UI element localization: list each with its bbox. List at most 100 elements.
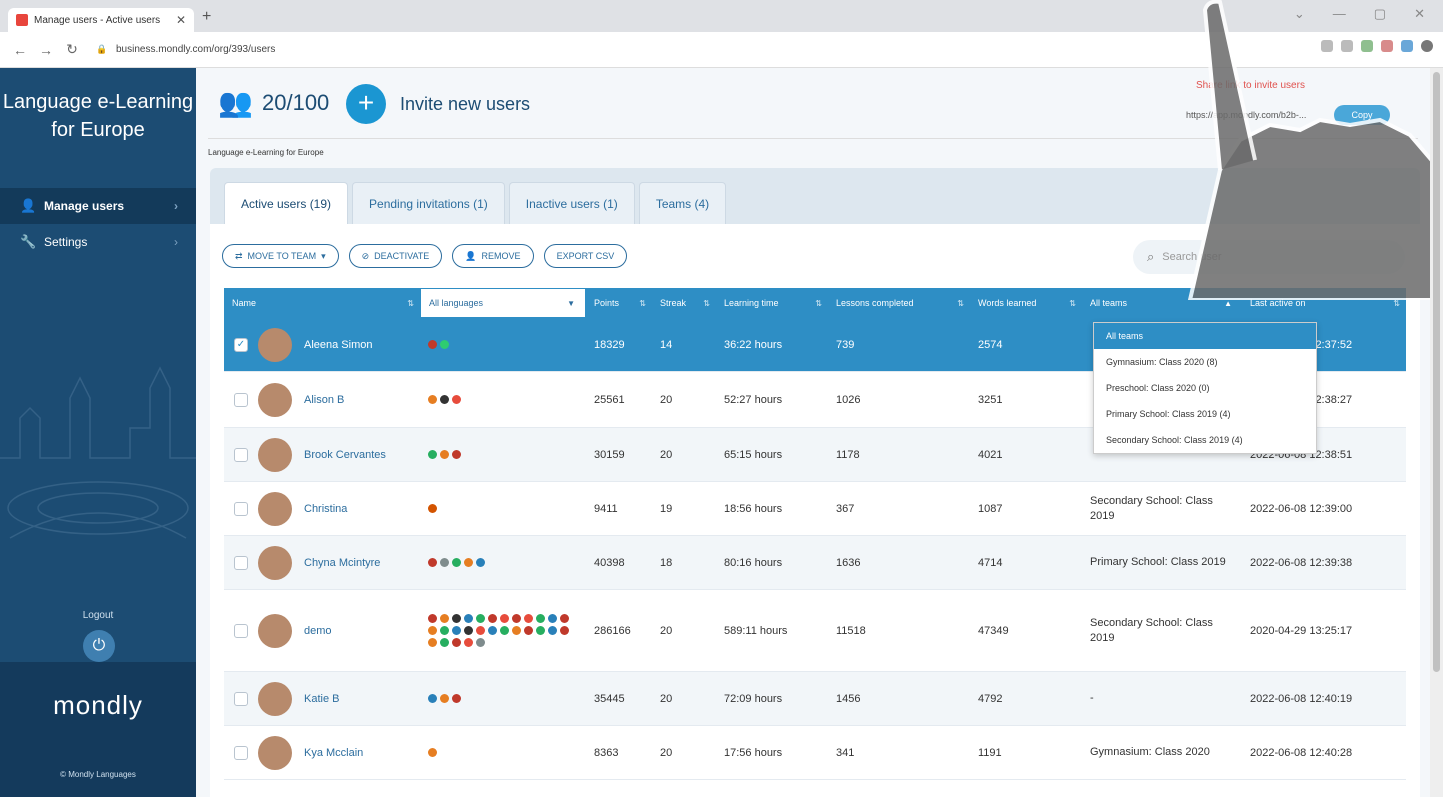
language-flag-icon [464,614,473,623]
column-header-name[interactable]: Name ⇅ [224,288,420,318]
language-flag-icon [428,748,437,757]
remove-user-icon: 👤 [465,250,477,261]
column-header-lessons-completed[interactable]: Lessons completed ⇅ [828,288,970,318]
reload-icon[interactable]: ↻ [62,41,82,58]
streak-cell: 20 [660,448,673,461]
dropdown-option[interactable]: All teams [1094,323,1316,349]
user-cell: Brook Cervantes [224,428,420,481]
column-label: Lessons completed [836,298,914,308]
user-name-link[interactable]: Katie B [304,693,339,705]
wrench-icon: 🔧 [20,234,37,249]
table-row[interactable]: demo 286166 20 589:11 hours 11518 47349 Second… [224,590,1406,672]
language-flag-icon [440,694,449,703]
row-checkbox[interactable] [234,392,248,407]
tab-inactive-users[interactable]: Inactive users (1) [508,182,635,224]
deactivate-button[interactable]: ⊘ DEACTIVATE [348,244,443,268]
column-header-learning-time[interactable]: Learning time ⇅ [716,288,828,318]
pointing-hand-overlay [1187,0,1440,300]
table-row[interactable]: Christina 9411 19 18:56 hours 367 1087 Seconda… [224,482,1406,536]
row-checkbox[interactable] [234,623,248,638]
user-name-link[interactable]: Christina [304,503,347,515]
learning-time-cell: 36:22 hours [724,338,783,351]
languages-filter-select[interactable]: All languages ▼ [420,288,586,318]
export-csv-button[interactable]: EXPORT CSV [543,244,628,268]
sort-icon: ⇅ [815,298,822,308]
page-scrollbar[interactable] [1430,68,1443,797]
languages-cell [420,482,586,535]
language-flags [428,694,578,703]
points-cell: 30159 [594,448,625,461]
tab-active-users[interactable]: Active users (19) [224,182,349,224]
streak-cell: 20 [660,393,673,406]
row-checkbox[interactable] [234,555,248,570]
learning-time-cell: 17:56 hours [724,746,783,759]
lessons-cell: 1178 [836,448,860,461]
language-flag-icon [452,450,461,459]
column-header-words-learned[interactable]: Words learned ⇅ [970,288,1082,318]
row-checkbox[interactable] [234,501,248,516]
language-flag-icon [500,614,509,623]
dropdown-option[interactable]: Secondary School: Class 2019 (4) [1094,427,1316,453]
new-tab-button[interactable]: + [202,8,211,26]
table-row[interactable]: Chyna Mcintyre 40398 18 80:16 hours 1636 4714… [224,536,1406,590]
language-flag-icon [536,614,545,623]
column-label: Name [232,298,257,308]
scrollbar-thumb[interactable] [1433,72,1440,672]
user-name-link[interactable]: Kya Mcclain [304,747,363,759]
row-checkbox[interactable] [234,745,248,760]
words-cell: 4714 [978,556,1003,569]
user-name-link[interactable]: demo [304,625,332,637]
language-flag-icon [428,558,437,567]
mondly-logo: mondly [53,690,143,720]
last-active-cell: 2020-04-29 13:25:17 [1250,624,1353,637]
column-label: Learning time [724,298,779,308]
user-cell: Christina [224,482,420,535]
streak-cell: 19 [660,502,673,515]
column-header-streak[interactable]: Streak ⇅ [652,288,716,318]
table-row[interactable]: Katie B 35445 20 72:09 hours 1456 4792 - 2022-0… [224,672,1406,726]
dropdown-option[interactable]: Gymnasium: Class 2020 (8) [1094,349,1316,375]
invite-new-users-link[interactable]: Invite new users [400,94,530,115]
streak-cell: 20 [660,692,673,705]
user-name-link[interactable]: Alison B [304,394,344,406]
teams-dropdown: All teams Gymnasium: Class 2020 (8) Pres… [1093,322,1317,454]
power-icon[interactable]: ⏻ [83,630,115,662]
tab-teams[interactable]: Teams (4) [638,182,727,224]
avatar [258,382,292,417]
words-cell: 4792 [978,692,1003,705]
avatar [258,545,292,580]
dropdown-option[interactable]: Primary School: Class 2019 (4) [1094,401,1316,427]
move-to-team-button[interactable]: ⇄ MOVE TO TEAM ▾ [222,244,339,268]
learning-time-cell: 65:15 hours [724,448,783,461]
language-flag-icon [452,614,461,623]
mondly-favicon-icon [16,14,28,26]
browser-tab-title: Manage users - Active users [34,14,161,26]
tab-pending-invitations[interactable]: Pending invitations (1) [352,182,505,224]
row-checkbox[interactable]: ✓ [234,337,248,352]
language-flag-icon [500,626,509,635]
dropdown-option[interactable]: Preschool: Class 2020 (0) [1094,375,1316,401]
remove-button[interactable]: 👤 REMOVE [452,244,534,268]
sidebar-item-manage-users[interactable]: 👤 Manage users › [0,188,196,224]
url-field[interactable]: 🔒 business.mondly.com/org/393/users [96,44,275,55]
browser-tab[interactable]: Manage users - Active users ✕ [8,8,194,32]
column-label: Points [594,298,620,308]
back-arrow-icon[interactable]: ← [10,42,30,58]
forward-arrow-icon[interactable]: → [36,42,56,58]
user-name-link[interactable]: Chyna Mcintyre [304,557,380,569]
languages-cell [420,726,586,779]
column-header-points[interactable]: Points ⇅ [586,288,652,318]
close-tab-icon[interactable]: ✕ [176,13,186,27]
row-checkbox[interactable] [234,691,248,706]
avatar [258,437,292,472]
user-cell: ✓ Aleena Simon [224,318,420,371]
sidebar-item-label: Manage users [44,199,125,213]
invite-plus-button[interactable]: + [346,84,386,124]
user-cell: Chyna Mcintyre [224,536,420,589]
streak-cell: 18 [660,556,673,569]
row-checkbox[interactable] [234,447,248,462]
user-name-link[interactable]: Brook Cervantes [304,449,386,461]
table-row[interactable]: Kya Mcclain 8363 20 17:56 hours 341 1191 Gymna… [224,726,1406,780]
user-name-link[interactable]: Aleena Simon [304,339,373,351]
sidebar-item-settings[interactable]: 🔧 Settings › [0,224,196,260]
